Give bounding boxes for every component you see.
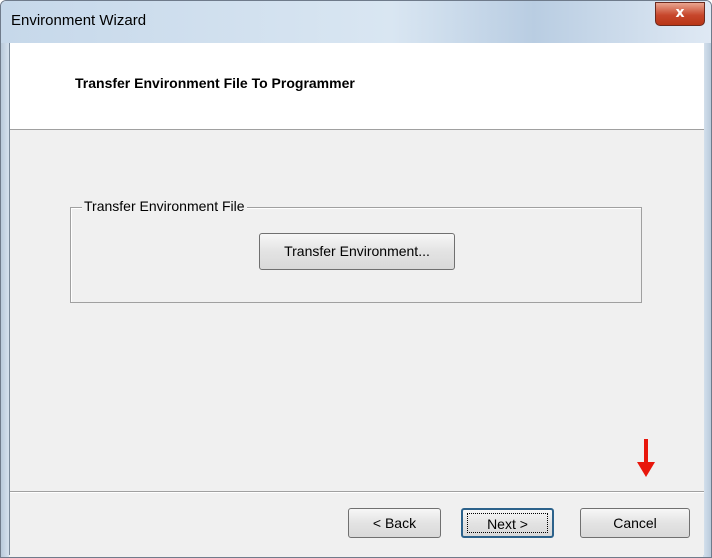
title-bar[interactable]: Environment Wizard x bbox=[1, 1, 711, 43]
close-icon: x bbox=[675, 5, 685, 21]
back-button[interactable]: < Back bbox=[348, 508, 441, 538]
next-button[interactable]: Next > bbox=[461, 508, 554, 538]
footer-separator bbox=[10, 491, 704, 493]
window-frame-left bbox=[1, 43, 9, 557]
wizard-client-area: Transfer Environment File To Programmer … bbox=[9, 43, 704, 555]
close-button[interactable]: x bbox=[655, 2, 705, 26]
wizard-header-panel: Transfer Environment File To Programmer bbox=[10, 43, 704, 130]
window-title: Environment Wizard bbox=[11, 12, 147, 29]
focus-rectangle bbox=[467, 513, 548, 533]
cancel-button[interactable]: Cancel bbox=[580, 508, 690, 538]
red-arrow-icon bbox=[637, 439, 655, 477]
wizard-window: Environment Wizard x Transfer Environmen… bbox=[0, 0, 712, 558]
groupbox-label: Transfer Environment File bbox=[82, 198, 247, 214]
window-frame-right bbox=[703, 43, 711, 557]
transfer-environment-button[interactable]: Transfer Environment... bbox=[259, 233, 455, 270]
page-title: Transfer Environment File To Programmer bbox=[75, 75, 355, 91]
